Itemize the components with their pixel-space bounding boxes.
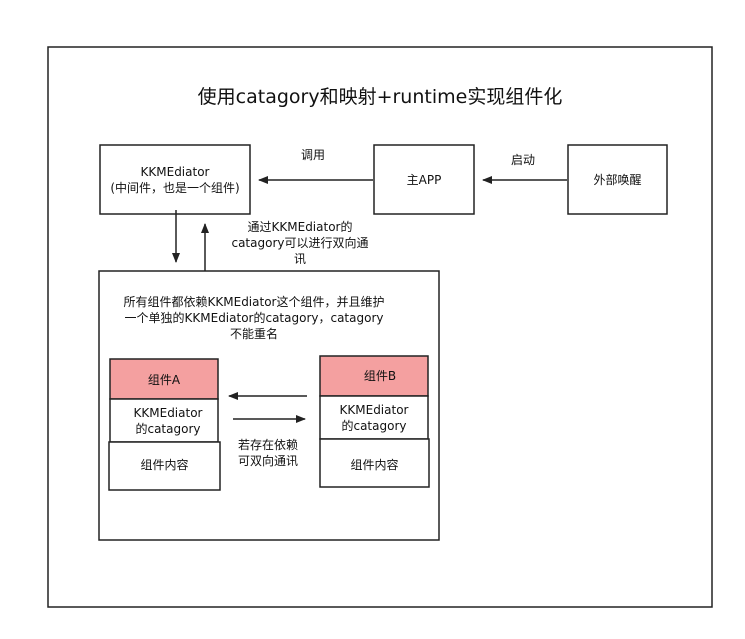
component-b-name: 组件B: [363, 369, 397, 383]
component-b-category: KKMEdiator 的catagory: [339, 403, 409, 433]
edge-launch-label: 启动: [510, 153, 535, 167]
via-mediator-label: 通过KKMEdiator的 catagory可以进行双向通 讯: [231, 220, 369, 266]
component-a-name: 组件A: [147, 373, 181, 387]
component-a-content: 组件内容: [140, 458, 189, 472]
external-label: 外部唤醒: [593, 173, 642, 187]
main-app-label: 主APP: [406, 173, 442, 187]
components-note: 所有组件都依赖KKMEdiator这个组件，并且维护 一个单独的KKMEdiat…: [123, 295, 385, 341]
edge-call-label: 调用: [300, 148, 325, 162]
mutual-comm-label: 若存在依赖 可双向通讯: [237, 438, 298, 468]
component-a-category: KKMEdiator 的catagory: [133, 406, 203, 436]
mediator-desc: (中间件，也是一个组件): [110, 181, 240, 195]
component-b-content: 组件内容: [350, 458, 399, 472]
diagram-title: 使用catagory和映射+runtime实现组件化: [197, 86, 563, 108]
mediator-name: KKMEdiator: [140, 165, 210, 179]
